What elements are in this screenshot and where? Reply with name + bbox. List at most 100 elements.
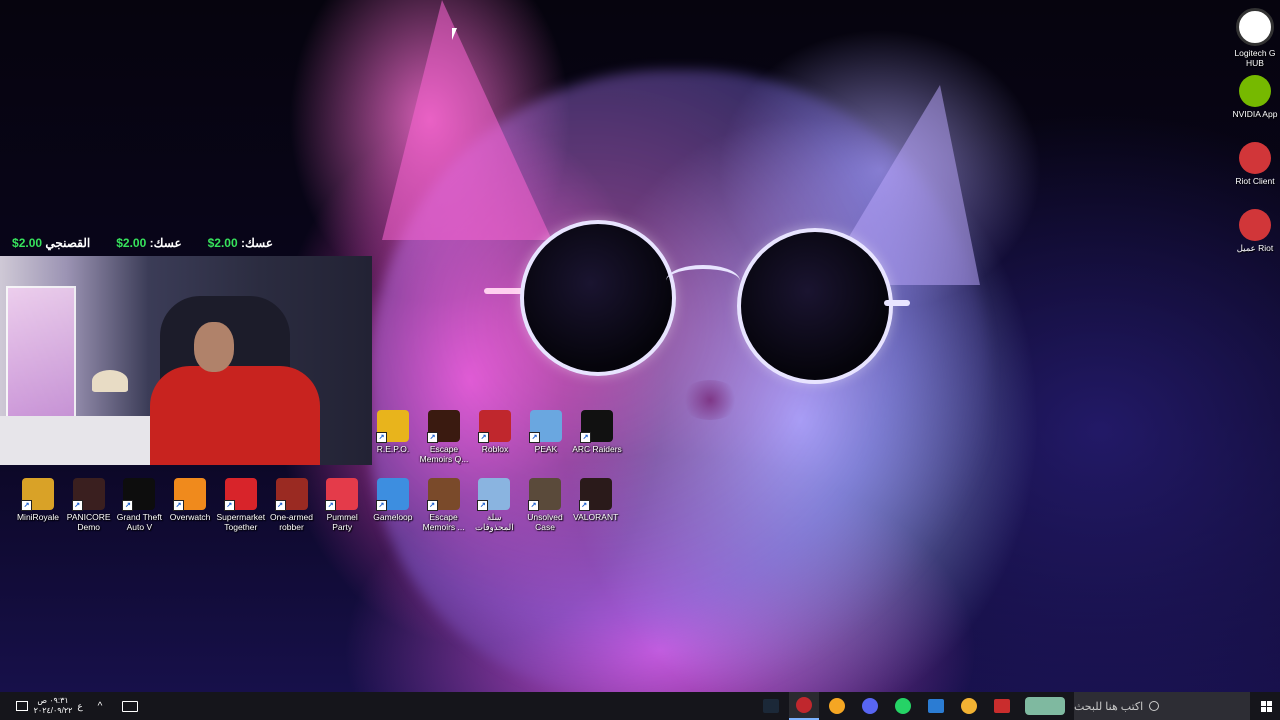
input-language-button[interactable]: ع xyxy=(74,692,86,720)
taskbar-app-button[interactable] xyxy=(822,692,852,720)
taskbar-app-button[interactable] xyxy=(1020,692,1070,720)
desktop-shortcut-label: NVIDIA App xyxy=(1232,109,1278,119)
shortcut-arrow-icon: ↗ xyxy=(173,500,185,511)
mouse-cursor-icon xyxy=(452,28,457,40)
taskbar-app-button[interactable] xyxy=(855,692,885,720)
desktop-shortcut[interactable]: ↗ PEAK xyxy=(521,410,571,454)
show-hidden-icons-button[interactable]: ^ xyxy=(92,692,108,720)
desktop-shortcut[interactable]: ↗ Escape Memoirs Q... xyxy=(419,410,469,464)
shortcut-arrow-icon: ↗ xyxy=(478,432,489,443)
cat-ear-left xyxy=(382,0,552,240)
donation-item: القصنجي 2.00$ xyxy=(12,236,90,250)
riot-client-icon xyxy=(1239,142,1271,174)
riot-client-ar-icon xyxy=(1239,209,1271,241)
desktop-shortcut[interactable]: ↗ سلة المحذوفات xyxy=(469,478,519,532)
webcam-overlay xyxy=(0,256,372,465)
desktop-shortcut[interactable]: Logitech G HUB xyxy=(1230,8,1280,68)
desktop-shortcut-label: One-armed robber xyxy=(270,512,313,532)
desktop-shortcut-label: Grand Theft Auto V xyxy=(116,512,162,532)
desktop-shortcut[interactable]: NVIDIA App xyxy=(1230,75,1280,119)
logitech-ghub-icon xyxy=(1236,8,1274,46)
taskbar: ٠٩:٣١ ص ٢٠٢٤/٠٩/٢٢ ع ^ اكتب هنا للبحث xyxy=(0,692,1280,720)
desktop-shortcut-label: R.E.P.O. xyxy=(376,444,410,454)
nvidia-app-icon xyxy=(1239,75,1271,107)
desktop-shortcut-label: ARC Raiders xyxy=(572,444,622,454)
desktop-shortcut-label: Supermarket Together xyxy=(216,512,266,532)
desktop-shortcut[interactable]: ↗ Overwatch xyxy=(165,478,215,522)
miniroyale-icon: ↗ xyxy=(21,478,54,511)
clock[interactable]: ٠٩:٣١ ص ٢٠٢٤/٠٩/٢٢ xyxy=(32,692,74,720)
shortcut-arrow-icon: ↗ xyxy=(71,500,83,511)
taskbar-app-button[interactable] xyxy=(987,692,1017,720)
desktop-shortcut[interactable]: عميل Riot xyxy=(1230,209,1280,253)
pummel-party-icon: ↗ xyxy=(325,478,359,511)
desktop-shortcut-label: Unsolved Case xyxy=(527,512,563,532)
shortcut-arrow-icon: ↗ xyxy=(529,432,540,443)
video-app-icon xyxy=(994,699,1010,713)
webcam-person-head xyxy=(194,322,234,372)
desktop-shortcut[interactable]: Riot Client xyxy=(1230,142,1280,186)
gameloop-icon: ↗ xyxy=(375,478,409,511)
obs-icon xyxy=(796,697,812,713)
desktop-shortcut[interactable]: ↗ Roblox xyxy=(470,410,520,454)
desktop-shortcut[interactable]: ↗ One-armed robber xyxy=(267,478,317,532)
shortcut-arrow-icon: ↗ xyxy=(578,500,590,511)
shortcut-arrow-icon: ↗ xyxy=(580,432,591,443)
desktop-shortcut[interactable]: ↗ MiniRoyale xyxy=(13,478,63,522)
webcam-cap xyxy=(92,370,128,392)
donation-name: عسك: xyxy=(149,236,182,250)
steam-icon xyxy=(763,699,779,713)
peak-icon: ↗ xyxy=(529,410,562,443)
desktop-shortcut[interactable]: ↗ Pummel Party xyxy=(317,478,367,532)
desktop-shortcut-label: MiniRoyale xyxy=(16,512,60,522)
desktop-shortcut-label: Overwatch xyxy=(169,512,211,522)
desktop-shortcut[interactable]: ↗ Grand Theft Auto V xyxy=(114,478,164,532)
desktop-shortcut[interactable]: ↗ VALORANT xyxy=(571,478,621,522)
desktop-shortcut[interactable]: ↗ Escape Memoirs ... xyxy=(419,478,469,532)
panicore-icon: ↗ xyxy=(71,478,105,511)
webcam-person-body xyxy=(150,366,320,465)
escape-memoirs-icon: ↗ xyxy=(427,410,460,443)
shortcut-arrow-icon: ↗ xyxy=(427,432,438,443)
donation-amount: 2.00$ xyxy=(116,236,147,250)
desktop-shortcut-label: PEAK xyxy=(534,444,558,454)
discord-icon xyxy=(862,698,878,714)
action-center-button[interactable] xyxy=(12,692,32,720)
sunglasses-bridge xyxy=(666,265,740,297)
unsolved-case-icon: ↗ xyxy=(528,478,561,511)
notification-icon xyxy=(16,701,28,711)
desktop-shortcut[interactable]: ↗ ARC Raiders xyxy=(572,410,622,454)
desktop-shortcut-label: Logitech G HUB xyxy=(1234,48,1276,68)
desktop-shortcut[interactable]: ↗ Supermarket Together xyxy=(216,478,266,532)
desktop-shortcut[interactable]: ↗ Gameloop xyxy=(368,478,418,522)
start-button[interactable] xyxy=(1252,692,1280,720)
shortcut-arrow-icon: ↗ xyxy=(426,500,438,511)
taskbar-app-button[interactable] xyxy=(756,692,786,720)
taskbar-app-button[interactable] xyxy=(921,692,951,720)
shortcut-arrow-icon: ↗ xyxy=(21,500,32,511)
search-placeholder: اكتب هنا للبحث xyxy=(1074,700,1144,713)
sunglasses-temple-left xyxy=(484,288,524,294)
desktop-shortcut-label: سلة المحذوفات xyxy=(475,512,514,532)
desktop-shortcut[interactable]: ↗ Unsolved Case xyxy=(520,478,570,532)
sunglasses-lens-left xyxy=(520,220,676,376)
overwatch-icon: ↗ xyxy=(173,478,207,511)
taskbar-app-button[interactable] xyxy=(888,692,918,720)
desktop-shortcut[interactable]: ↗ PANICORE Demo xyxy=(64,478,114,532)
touch-keyboard-button[interactable] xyxy=(120,692,140,720)
valorant-icon: ↗ xyxy=(578,478,612,511)
shortcut-arrow-icon: ↗ xyxy=(274,500,286,511)
donation-ticker: القصنجي 2.00$ عسك: 2.00$ عسك: 2.00$ xyxy=(12,236,299,250)
roblox-icon: ↗ xyxy=(478,410,511,443)
taskbar-app-button[interactable] xyxy=(954,692,984,720)
desktop-shortcut[interactable]: ↗ R.E.P.O. xyxy=(368,410,418,454)
taskbar-search-box[interactable]: اكتب هنا للبحث xyxy=(1074,692,1250,720)
desktop-shortcut-label: Pummel Party xyxy=(326,512,358,532)
taskbar-app-button[interactable] xyxy=(789,692,819,720)
shortcut-arrow-icon: ↗ xyxy=(477,500,489,511)
mail-icon xyxy=(928,699,944,713)
shortcut-arrow-icon: ↗ xyxy=(325,500,337,511)
desktop-shortcut-label: VALORANT xyxy=(573,512,619,522)
donation-amount: 2.00$ xyxy=(12,236,43,250)
sunglasses-temple-right xyxy=(884,300,910,306)
